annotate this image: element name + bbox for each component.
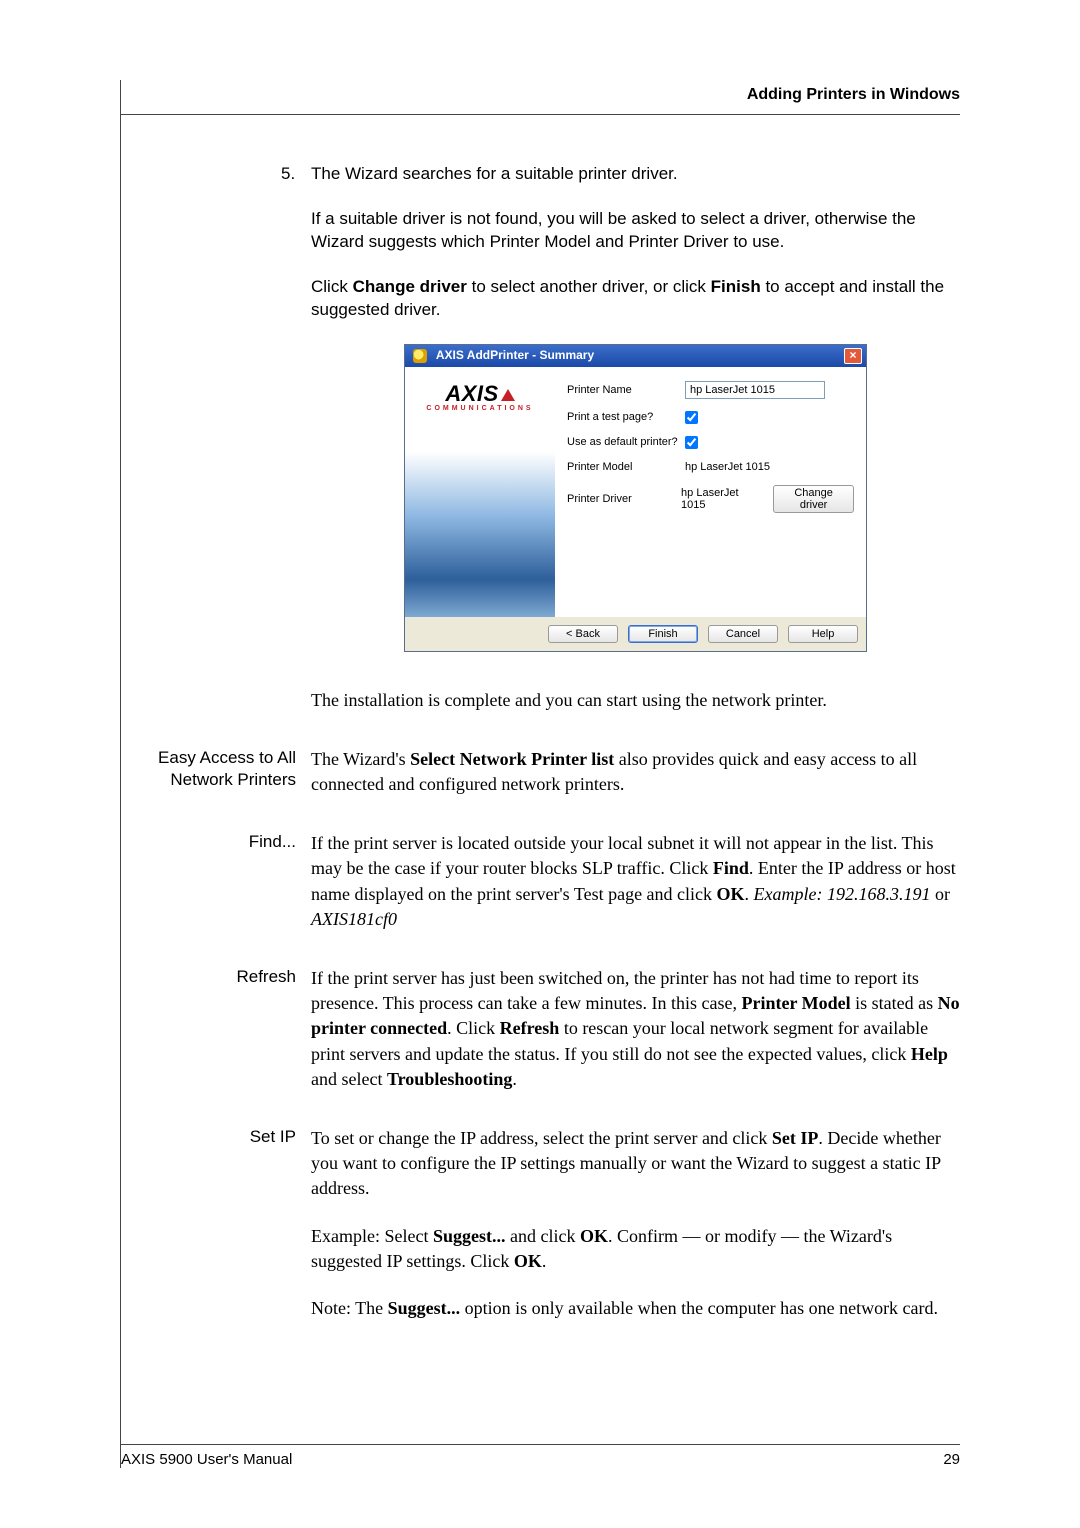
- setip-example: Example: Select Suggest... and click OK.…: [311, 1224, 960, 1274]
- printer-name-input[interactable]: [685, 381, 825, 399]
- dialog-form: Printer Name Print a test page? Use as d…: [555, 367, 866, 617]
- close-icon[interactable]: ×: [844, 348, 862, 364]
- installation-complete-text: The installation is complete and you can…: [311, 688, 960, 713]
- step-5: 5. The Wizard searches for a suitable pr…: [311, 163, 960, 322]
- axis-logo: AXIS: [413, 381, 547, 407]
- printer-model-value: hp LaserJet 1015: [685, 461, 770, 473]
- easy-access-text: The Wizard's Select Network Printer list…: [311, 747, 960, 797]
- axis-addprinter-dialog: AXIS AddPrinter - Summary × AXIS COMMUNI…: [404, 344, 867, 652]
- dialog-title: AXIS AddPrinter - Summary: [436, 348, 594, 362]
- step-text-1: The Wizard searches for a suitable print…: [311, 163, 960, 186]
- setip-label: Set IP: [126, 1126, 296, 1148]
- printer-model-label: Printer Model: [567, 461, 685, 473]
- step-text-3: Click Change driver to select another dr…: [311, 276, 960, 322]
- test-page-label: Print a test page?: [567, 411, 685, 423]
- page-header: Adding Printers in Windows: [121, 80, 960, 115]
- back-button[interactable]: < Back: [548, 625, 618, 643]
- change-driver-button[interactable]: Change driver: [773, 485, 854, 513]
- default-printer-label: Use as default printer?: [567, 436, 685, 448]
- refresh-text: If the print server has just been switch…: [311, 966, 960, 1092]
- printer-name-label: Printer Name: [567, 384, 685, 396]
- easy-access-label: Easy Access to All Network Printers: [126, 747, 296, 791]
- page-footer: AXIS 5900 User's Manual 29: [121, 1444, 960, 1468]
- page-number: 29: [943, 1451, 960, 1468]
- setip-note: Note: The Suggest... option is only avai…: [311, 1296, 960, 1321]
- dialog-sidebar: AXIS COMMUNICATIONS: [405, 367, 555, 617]
- triangle-icon: [501, 389, 515, 401]
- setip-text-1: To set or change the IP address, select …: [311, 1126, 960, 1202]
- axis-logo-subtitle: COMMUNICATIONS: [413, 405, 547, 412]
- find-section: Find... If the print server is located o…: [311, 831, 960, 932]
- printer-driver-value: hp LaserJet 1015: [681, 487, 763, 511]
- dialog-titlebar: AXIS AddPrinter - Summary ×: [405, 345, 866, 367]
- cancel-button[interactable]: Cancel: [708, 625, 778, 643]
- default-printer-checkbox[interactable]: [685, 436, 698, 449]
- manual-name: AXIS 5900 User's Manual: [121, 1451, 292, 1468]
- refresh-label: Refresh: [126, 966, 296, 988]
- finish-button[interactable]: Finish: [628, 625, 698, 643]
- find-label: Find...: [126, 831, 296, 853]
- section-title: Adding Printers in Windows: [747, 86, 960, 103]
- app-icon: [413, 349, 427, 363]
- help-button[interactable]: Help: [788, 625, 858, 643]
- test-page-checkbox[interactable]: [685, 411, 698, 424]
- step-number: 5.: [281, 163, 295, 186]
- dialog-footer: < Back Finish Cancel Help: [405, 617, 866, 651]
- easy-access-section: Easy Access to All Network Printers The …: [311, 747, 960, 797]
- find-text: If the print server is located outside y…: [311, 831, 960, 932]
- step-text-2: If a suitable driver is not found, you w…: [311, 208, 960, 254]
- printer-driver-label: Printer Driver: [567, 493, 681, 505]
- refresh-section: Refresh If the print server has just bee…: [311, 966, 960, 1092]
- setip-section: Set IP To set or change the IP address, …: [311, 1126, 960, 1321]
